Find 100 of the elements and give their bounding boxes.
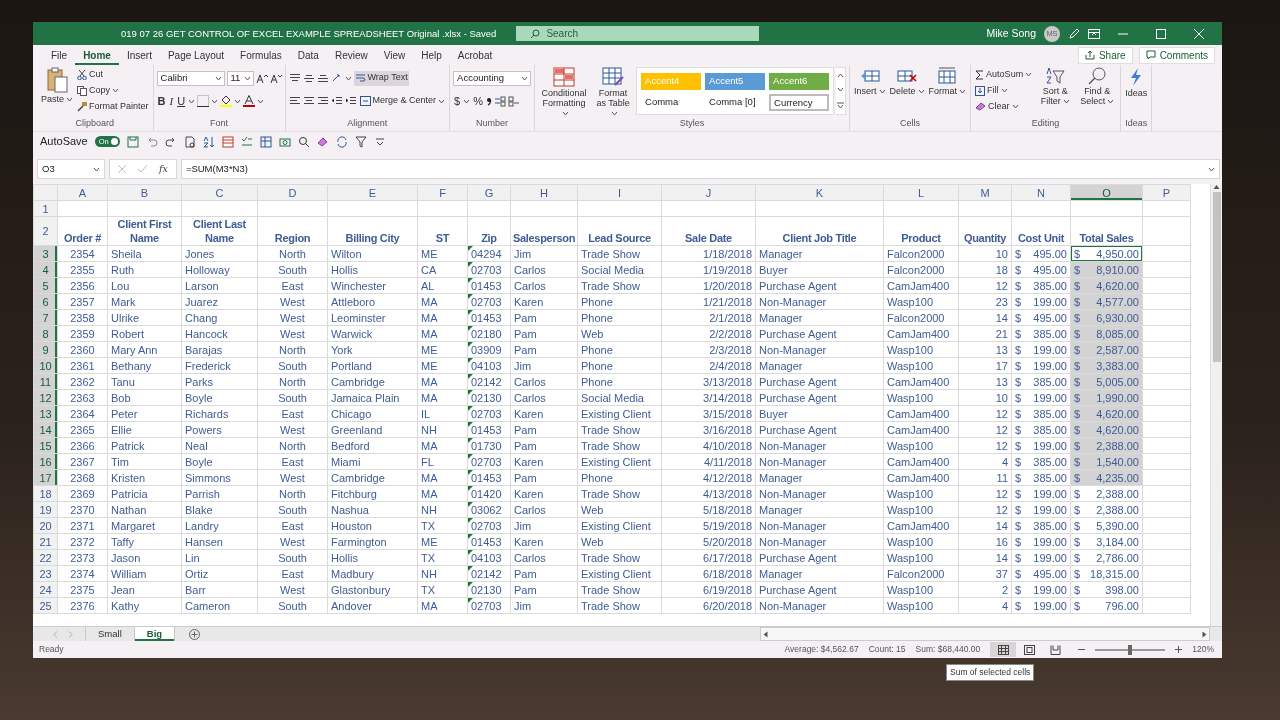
font-size-field[interactable]: 11 [226,70,254,86]
column-header[interactable]: C [181,184,258,201]
menu-tab[interactable]: Page Layout [159,45,233,65]
cell-value: 385.00 [1033,470,1067,485]
currency-symbol: $ [1074,374,1081,389]
menu-tab[interactable]: View [375,45,414,65]
menu-tab[interactable]: Formulas [232,45,290,65]
column-header[interactable]: L [883,184,959,201]
menu-tab[interactable]: Help [413,45,450,65]
table-cell: 2362 [57,373,108,390]
menu-tab[interactable]: Acrobat [449,45,501,65]
conditional-formatting-button[interactable]: Conditional Formatting [538,67,591,117]
column-header[interactable]: I [577,184,662,201]
find-select-button[interactable]: Find & Select [1077,67,1118,117]
formula-field[interactable]: =SUM(M3*N3) [180,159,1220,179]
currency-button[interactable]: $ [453,92,462,110]
merge-center-button[interactable]: Merge & Center [358,93,447,109]
table-cell: South [257,357,328,374]
column-header[interactable]: B [107,184,182,201]
column-header[interactable]: M [958,184,1012,201]
format-painter-button[interactable]: Format Painter [76,99,150,114]
copy-button[interactable]: Copy [76,83,150,98]
table-cell: Juarez [181,293,258,310]
column-header[interactable]: J [661,184,756,201]
table-cell: Richards [181,405,258,422]
table-cell: Wasp100 [883,389,959,406]
table-cell: FL [417,453,468,470]
table-cell: 6/18/2018 [661,565,756,582]
scrollbar-thumb[interactable] [1212,192,1221,362]
column-header[interactable]: K [755,184,884,201]
column-header[interactable]: O [1070,184,1143,201]
menu-tab[interactable]: Data [289,45,327,65]
italic-button[interactable]: I [168,92,175,110]
table-cell: 02130 [467,389,511,406]
table-cell: Non-Manager [755,597,884,614]
paste-button[interactable]: Paste [40,67,74,117]
table-cell: Portland [327,357,418,374]
slider-thumb[interactable] [1128,644,1133,655]
clear-button[interactable]: Clear [974,99,1034,114]
view-button[interactable] [990,642,1017,657]
table-cell: Trade Show [577,485,662,502]
table-cell: Wasp100 [883,485,959,502]
menu-tab[interactable]: Home [75,45,119,65]
name-box[interactable]: O3 [37,159,105,179]
next-sheet-icon [68,630,73,638]
search-field[interactable]: Search [516,26,760,41]
bold-button[interactable]: B [156,92,167,110]
table-cell: 2373 [57,549,108,566]
table-cell: Karen [510,453,578,470]
table-cell: Miami [327,453,418,470]
table-cell: 2365 [57,421,108,438]
share-button[interactable]: Share [1077,46,1133,64]
scroll-left-icon [763,630,768,638]
column-header[interactable]: P [1142,184,1191,201]
insert-function-label[interactable]: fx [159,161,168,177]
table-cell: Karen [510,405,578,422]
number-format-field[interactable]: Accounting [453,70,532,86]
cut-button[interactable]: Cut [76,67,150,82]
underline-button[interactable]: U [176,92,187,110]
font-name-field[interactable]: Calibri [156,70,225,86]
column-header[interactable]: G [467,184,511,201]
cell-value: 4,620.00 [1096,422,1139,437]
sheet-tab[interactable]: Big [133,627,175,641]
horizontal-scrollbar[interactable] [760,627,1210,641]
table-cell: Parks [181,373,258,390]
table-cell: Buyer [755,405,884,422]
normal-view-icon [997,644,1009,655]
menu-tab[interactable]: Review [326,45,376,65]
zoom-level[interactable]: 120% [1192,643,1214,656]
comments-button[interactable]: Comments [1138,46,1215,64]
percent-button[interactable]: % [472,92,484,110]
column-header[interactable]: F [417,184,468,201]
increase-decimal-icon [493,95,506,107]
format-as-table-button[interactable]: Format as Table [592,67,635,117]
table-cell: Manager [755,469,884,486]
insert-button[interactable]: Insert [853,67,887,117]
autosum-button[interactable]: AutoSum [974,67,1034,82]
table-cell: West [257,293,328,310]
delete-button[interactable]: Delete [888,67,926,117]
table-cell: Manager [755,245,884,262]
zoom-in-icon [1175,646,1183,653]
table-cell: York [327,341,418,358]
column-header[interactable]: D [257,184,328,201]
row-header[interactable]: 2 [33,216,58,246]
ideas-button[interactable]: Ideas [1124,67,1149,117]
cell-style[interactable]: Currency [769,94,830,111]
column-header[interactable]: N [1011,184,1071,201]
menu-tab[interactable]: File [43,45,76,65]
menu-tab[interactable]: Insert [118,45,160,65]
vertical-scrollbar[interactable] [1210,184,1222,626]
format-button[interactable]: Format [927,67,968,117]
column-header[interactable]: H [510,184,578,201]
column-header[interactable]: E [327,184,418,201]
wrap-text-button[interactable]: Wrap Text [353,70,409,86]
fill-button[interactable]: Fill [974,83,1034,98]
sort-filter-button[interactable]: Sort & Filter [1035,67,1076,117]
column-header[interactable]: A [57,184,108,201]
table-cell: 12 [958,437,1012,454]
table-cell: Manager [755,357,884,374]
header-cell: Zip [467,216,511,246]
